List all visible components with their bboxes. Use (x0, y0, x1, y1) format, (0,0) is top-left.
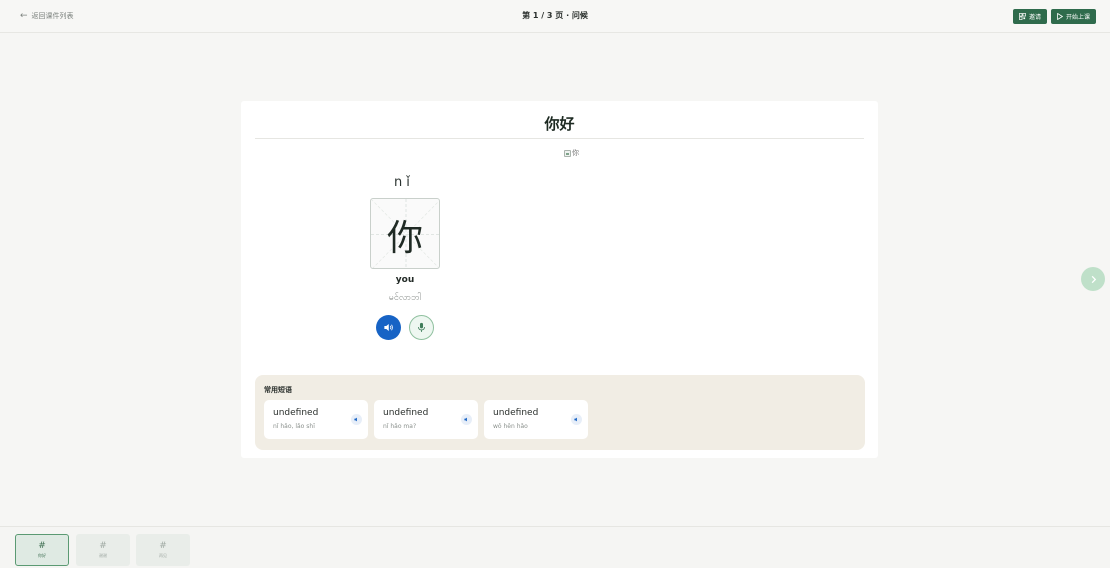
phrase-pinyin: nǐ hǎo, lǎo shī (273, 423, 315, 430)
invite-label: 邀请 (1028, 14, 1041, 21)
hash-icon: # (159, 541, 167, 551)
phrase-pinyin: wǒ hěn hǎo (493, 423, 528, 430)
phrase-card[interactable]: undefined nǐ hǎo ma? (374, 400, 478, 439)
top-bar: ← 返回课件列表 第 1 / 3 页 · 问候 邀请 开始上课 (0, 0, 1110, 33)
phrase-text: undefined (383, 408, 429, 418)
speaker-icon (464, 417, 467, 422)
broken-image-icon (564, 149, 571, 157)
word-image: 你 (564, 148, 579, 158)
common-phrases-panel: 常用短语 undefined nǐ hǎo, lǎo shī undefined… (255, 375, 865, 450)
page-tab-1[interactable]: # 你好 (15, 534, 69, 566)
word-translation: မင်လာဘါ (388, 293, 422, 303)
hash-icon: # (99, 541, 107, 551)
play-icon (1057, 13, 1063, 20)
start-class-label: 开始上课 (1065, 14, 1090, 21)
page-tab-3[interactable]: # 再见 (136, 534, 190, 566)
play-audio-button[interactable] (376, 315, 401, 340)
hash-icon: # (38, 541, 46, 551)
page-tab-label: 你好 (38, 553, 46, 558)
next-page-button[interactable] (1081, 267, 1105, 291)
word-meaning: you (395, 275, 415, 285)
page-title: 第 1 / 3 页 · 问候 (522, 11, 588, 20)
top-actions: 邀请 开始上课 (1012, 9, 1096, 24)
invite-button[interactable]: 邀请 (1012, 9, 1047, 24)
phrase-audio-button[interactable] (351, 414, 362, 425)
page-thumbnail-bar: # 你好 # 谢谢 # 再见 (0, 526, 1110, 568)
page-tab-label: 再见 (159, 553, 167, 558)
phrase-card[interactable]: undefined nǐ hǎo, lǎo shī (264, 400, 368, 439)
record-button[interactable] (409, 315, 434, 340)
phrase-audio-button[interactable] (461, 414, 472, 425)
phrase-pinyin: nǐ hǎo ma? (383, 423, 417, 430)
speaker-icon (354, 417, 357, 422)
page-tab-label: 谢谢 (99, 553, 107, 558)
microphone-icon (418, 322, 425, 332)
phrases-title: 常用短语 (264, 386, 292, 394)
speaker-icon (574, 417, 577, 422)
speaker-icon (384, 324, 393, 331)
pinyin-text: nǐ (394, 175, 414, 190)
hanzi-character: 你 (386, 218, 423, 259)
phrase-text: undefined (273, 408, 319, 418)
character-grid: 你 (370, 198, 440, 269)
word-image-alt: 你 (572, 149, 579, 157)
qr-icon (1019, 13, 1026, 20)
phrase-text: undefined (493, 408, 539, 418)
page-tab-2[interactable]: # 谢谢 (76, 534, 130, 566)
start-class-button[interactable]: 开始上课 (1050, 9, 1096, 24)
phrase-audio-button[interactable] (571, 414, 582, 425)
slide-title: 你好 (544, 115, 575, 133)
phrase-card[interactable]: undefined wǒ hěn hǎo (484, 400, 588, 439)
chevron-right-icon (1091, 275, 1096, 283)
title-divider (255, 138, 864, 139)
